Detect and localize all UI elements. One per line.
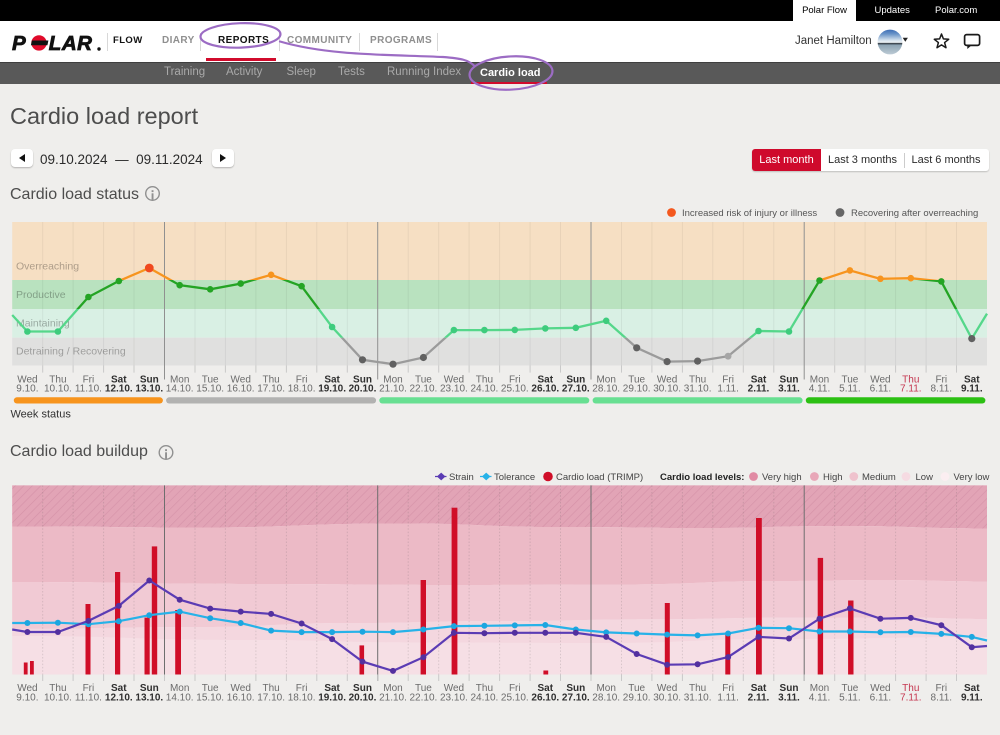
svg-text:23.10.: 23.10. [440, 384, 468, 395]
svg-text:30.10.: 30.10. [653, 384, 681, 395]
svg-text:20.10.: 20.10. [349, 384, 377, 395]
svg-text:23.10.: 23.10. [440, 693, 468, 704]
svg-text:8.11.: 8.11. [931, 693, 953, 704]
svg-text:Increased risk of injury or il: Increased risk of injury or illness [682, 208, 817, 219]
svg-text:9.11.: 9.11. [961, 384, 983, 395]
svg-text:LAR: LAR [49, 32, 93, 55]
svg-text:14.10.: 14.10. [166, 384, 194, 395]
svg-text:14.10.: 14.10. [166, 693, 194, 704]
svg-text:Low: Low [916, 472, 934, 483]
svg-text:15.10.: 15.10. [196, 384, 224, 395]
svg-text:19.10.: 19.10. [318, 384, 346, 395]
svg-text:Cardio load (TRIMP): Cardio load (TRIMP) [556, 472, 643, 483]
svg-text:10.10.: 10.10. [44, 384, 72, 395]
svg-text:24.10.: 24.10. [470, 693, 498, 704]
svg-text:13.10.: 13.10. [135, 693, 163, 704]
svg-text:18.10.: 18.10. [288, 693, 316, 704]
svg-text:7.11.: 7.11. [900, 384, 922, 395]
svg-text:20.10.: 20.10. [349, 693, 377, 704]
svg-text:4.11.: 4.11. [809, 693, 831, 704]
svg-text:29.10.: 29.10. [623, 693, 651, 704]
svg-text:9.11.: 9.11. [961, 693, 983, 704]
svg-text:10.10.: 10.10. [44, 693, 72, 704]
svg-text:1.11.: 1.11. [717, 384, 739, 395]
svg-text:High: High [823, 472, 843, 483]
svg-text:26.10.: 26.10. [531, 693, 559, 704]
svg-text:24.10.: 24.10. [470, 384, 498, 395]
svg-text:3.11.: 3.11. [778, 693, 800, 704]
svg-text:5.11.: 5.11. [839, 693, 861, 704]
svg-text:1.11.: 1.11. [717, 693, 739, 704]
svg-text:29.10.: 29.10. [623, 384, 651, 395]
svg-text:2.11.: 2.11. [748, 384, 770, 395]
svg-text:5.11.: 5.11. [839, 384, 861, 395]
svg-text:13.10.: 13.10. [135, 384, 163, 395]
svg-text:31.10.: 31.10. [684, 384, 712, 395]
svg-text:11.10.: 11.10. [75, 384, 102, 395]
svg-text:26.10.: 26.10. [531, 384, 559, 395]
svg-text:16.10.: 16.10. [227, 384, 255, 395]
svg-text:Strain: Strain [449, 472, 474, 483]
svg-text:28.10.: 28.10. [592, 384, 620, 395]
svg-text:22.10.: 22.10. [409, 693, 437, 704]
svg-text:Tolerance: Tolerance [494, 472, 535, 483]
svg-text:9.10.: 9.10. [16, 384, 38, 395]
svg-text:21.10.: 21.10. [379, 384, 407, 395]
svg-text:Overreaching: Overreaching [16, 261, 79, 273]
svg-text:21.10.: 21.10. [379, 693, 407, 704]
svg-text:17.10.: 17.10. [257, 384, 285, 395]
svg-text:Medium: Medium [862, 472, 896, 483]
svg-text:30.10.: 30.10. [653, 693, 681, 704]
svg-text:2.11.: 2.11. [748, 693, 770, 704]
svg-text:28.10.: 28.10. [592, 693, 620, 704]
svg-text:Productive: Productive [16, 289, 66, 301]
svg-text:9.10.: 9.10. [16, 693, 38, 704]
svg-text:Recovering after overreaching: Recovering after overreaching [851, 208, 978, 219]
svg-text:25.10.: 25.10. [501, 384, 529, 395]
svg-text:27.10.: 27.10. [562, 693, 590, 704]
svg-text:4.11.: 4.11. [809, 384, 831, 395]
svg-text:25.10.: 25.10. [501, 693, 529, 704]
svg-text:22.10.: 22.10. [409, 384, 437, 395]
svg-text:6.11.: 6.11. [870, 384, 892, 395]
svg-text:18.10.: 18.10. [288, 384, 316, 395]
svg-text:Very low: Very low [954, 472, 990, 483]
svg-text:19.10.: 19.10. [318, 693, 346, 704]
svg-text:Detraining / Recovering: Detraining / Recovering [16, 346, 126, 358]
svg-text:12.10.: 12.10. [105, 384, 133, 395]
svg-text:16.10.: 16.10. [227, 693, 255, 704]
svg-text:27.10.: 27.10. [562, 384, 590, 395]
svg-text:7.11.: 7.11. [900, 693, 922, 704]
svg-text:31.10.: 31.10. [684, 693, 712, 704]
svg-text:8.11.: 8.11. [931, 384, 953, 395]
svg-text:15.10.: 15.10. [196, 693, 224, 704]
svg-text:P: P [12, 32, 26, 55]
svg-text:Week status: Week status [11, 409, 72, 421]
svg-text:11.10.: 11.10. [75, 693, 102, 704]
svg-text:17.10.: 17.10. [257, 693, 285, 704]
svg-text:12.10.: 12.10. [105, 693, 133, 704]
svg-text:3.11.: 3.11. [778, 384, 800, 395]
svg-text:Very high: Very high [762, 472, 802, 483]
svg-text:Cardio load levels:: Cardio load levels: [660, 472, 744, 483]
svg-text:6.11.: 6.11. [870, 693, 892, 704]
